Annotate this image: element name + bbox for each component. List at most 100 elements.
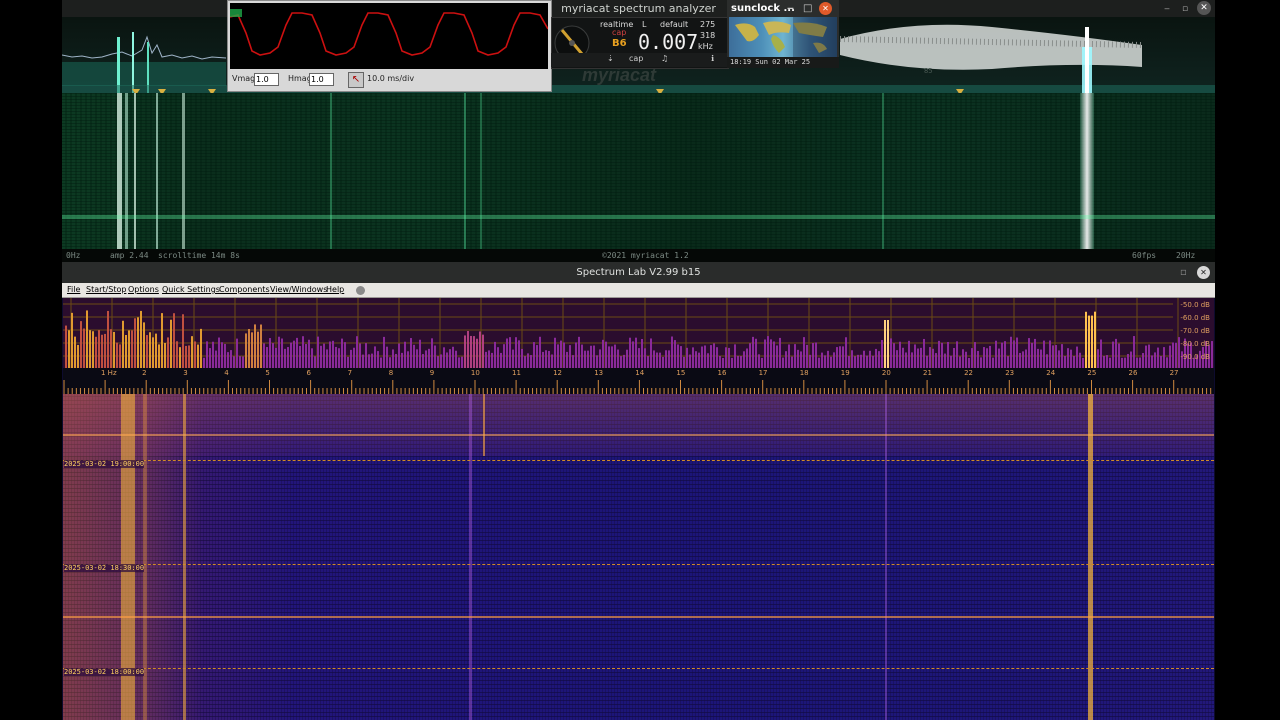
frequency-scale[interactable]: 1 Hz 2 3 4 5 6 7 8 9 10 11 12 13 14 15 16 17 18 19 20 21 22 23… bbox=[63, 368, 1214, 394]
minimize-icon[interactable]: ‒ bbox=[1160, 2, 1174, 16]
world-map[interactable] bbox=[729, 17, 837, 57]
menu-options[interactable]: Options bbox=[128, 283, 159, 297]
spectrum-bar bbox=[140, 310, 142, 368]
spectrum-bar bbox=[884, 320, 886, 368]
maximize-icon[interactable]: ▫ bbox=[1180, 262, 1187, 283]
waterfall-line bbox=[117, 93, 122, 249]
spectrum-bar bbox=[485, 351, 487, 368]
spectrum-bar bbox=[518, 340, 520, 368]
spectrum-bar bbox=[740, 356, 742, 368]
frequency-tick-label: 7 bbox=[347, 369, 353, 377]
waterfall-line bbox=[134, 93, 136, 249]
time-divider bbox=[63, 668, 1214, 669]
spectrum-bar bbox=[758, 354, 760, 368]
spectrum-bar bbox=[647, 356, 649, 368]
spectrum-bar bbox=[119, 344, 121, 368]
spectrum-bar bbox=[248, 328, 250, 368]
spectrum-bar bbox=[281, 338, 283, 368]
spectrum-bar bbox=[479, 331, 481, 368]
spectrum-bar bbox=[389, 357, 391, 368]
spectrum-bar bbox=[854, 356, 856, 368]
waterfall-line bbox=[885, 394, 887, 720]
spectrum-bar bbox=[548, 350, 550, 368]
spectrum-bar bbox=[275, 347, 277, 368]
hmag-input[interactable]: 1.0 bbox=[309, 73, 334, 86]
meter-capture-label: cap bbox=[612, 28, 627, 37]
spectrumlab-waterfall[interactable]: 2025-03-02 19:00:00 2025-03-02 18:30:00 … bbox=[63, 394, 1214, 720]
info-icon[interactable]: ℹ bbox=[711, 54, 714, 63]
spectrum-bar bbox=[965, 351, 967, 368]
frequency-tick-label: 11 bbox=[512, 369, 521, 377]
close-icon[interactable]: ✕ bbox=[1197, 266, 1210, 279]
spectrum-bar bbox=[380, 357, 382, 368]
waterfall-line bbox=[182, 93, 185, 249]
spectrum-bar bbox=[542, 351, 544, 368]
spectrum-bar bbox=[980, 357, 982, 368]
minimize-icon[interactable]: ‒ bbox=[787, 0, 794, 17]
spectrum-bar bbox=[521, 348, 523, 368]
spectrum-bar bbox=[611, 346, 613, 368]
spectrum-bar bbox=[1166, 357, 1168, 368]
spectrum-bar bbox=[683, 356, 685, 368]
spectrum-bar bbox=[872, 355, 874, 368]
spectrum-bar bbox=[719, 355, 721, 368]
spectrum-bar bbox=[218, 337, 220, 368]
spectrum-bar bbox=[716, 347, 718, 368]
menu-file[interactable]: File bbox=[67, 283, 80, 297]
cursor-tool-button[interactable]: ↖ bbox=[348, 72, 364, 88]
timestamp-label: 2025-03-02 18:30:00 bbox=[64, 564, 145, 572]
music-note-icon[interactable]: ♫ bbox=[661, 54, 668, 63]
spectrum-bar bbox=[653, 350, 655, 368]
spectrum-bar bbox=[923, 338, 925, 368]
menu-components[interactable]: Components bbox=[219, 283, 270, 297]
spectrum-bar bbox=[866, 355, 868, 368]
spectrum-bar bbox=[551, 354, 553, 368]
spectrum-bar bbox=[614, 344, 616, 368]
spectrum-bar bbox=[590, 345, 592, 368]
spectrum-bar bbox=[278, 336, 280, 368]
meter-left-button[interactable]: ⇣ bbox=[607, 54, 614, 63]
spectrum-bar bbox=[1124, 357, 1126, 368]
waterfall-line bbox=[480, 93, 482, 249]
spectrum-bar bbox=[836, 347, 838, 368]
spectrum-bar bbox=[710, 345, 712, 368]
spectrum-bar bbox=[962, 349, 964, 368]
status-led-icon bbox=[356, 286, 365, 295]
close-icon[interactable]: ✕ bbox=[819, 2, 832, 15]
spectrum-bar bbox=[971, 348, 973, 368]
spectrum-bar bbox=[512, 349, 514, 368]
scope-controls: Vmag 1.0 Hmag 1.0 ↖ 10.0 ms/div bbox=[228, 69, 551, 91]
spectrum-bar bbox=[338, 348, 340, 368]
spectrum-bar bbox=[110, 329, 112, 368]
spectrum-bar bbox=[1121, 357, 1123, 368]
frequency-tick-label: 21 bbox=[923, 369, 932, 377]
waterfall-line bbox=[156, 93, 158, 249]
myriacat-waterfall[interactable] bbox=[62, 93, 1215, 249]
spectrum-bar bbox=[767, 336, 769, 368]
spectrum-bar bbox=[365, 343, 367, 368]
vmag-input[interactable]: 1.0 bbox=[254, 73, 279, 86]
spectrum-bar bbox=[941, 342, 943, 368]
spectrum-bar bbox=[443, 347, 445, 368]
spectrum-bar bbox=[167, 337, 169, 368]
menu-help[interactable]: Help bbox=[326, 283, 344, 297]
spectrum-bar bbox=[1112, 341, 1114, 368]
status-freq-end: 20Hz bbox=[1176, 251, 1196, 260]
meter-cap-button[interactable]: cap bbox=[629, 54, 643, 63]
spectrum-bar bbox=[578, 336, 580, 368]
maximize-icon[interactable]: □ bbox=[803, 0, 812, 17]
spectrum-graph[interactable]: -50.0 dB -60.0 dB -70.0 dB -80.0 dB -90.… bbox=[63, 298, 1214, 370]
spectrum-bar bbox=[662, 356, 664, 368]
maximize-icon[interactable]: ▫ bbox=[1178, 2, 1192, 16]
close-icon[interactable]: ✕ bbox=[1197, 1, 1211, 15]
spectrum-bar bbox=[752, 336, 754, 368]
spectrum-bar bbox=[416, 349, 418, 368]
spectrum-bar bbox=[659, 352, 661, 368]
spectrum-bar bbox=[605, 341, 607, 368]
menu-view-windows[interactable]: View/Windows bbox=[270, 283, 327, 297]
spectrum-bar bbox=[1127, 353, 1129, 368]
spectrum-bar bbox=[269, 338, 271, 368]
menu-quick-settings[interactable]: Quick Settings bbox=[162, 283, 220, 297]
menu-start-stop[interactable]: Start/Stop bbox=[86, 283, 126, 297]
frequency-tick-label: 6 bbox=[306, 369, 311, 377]
